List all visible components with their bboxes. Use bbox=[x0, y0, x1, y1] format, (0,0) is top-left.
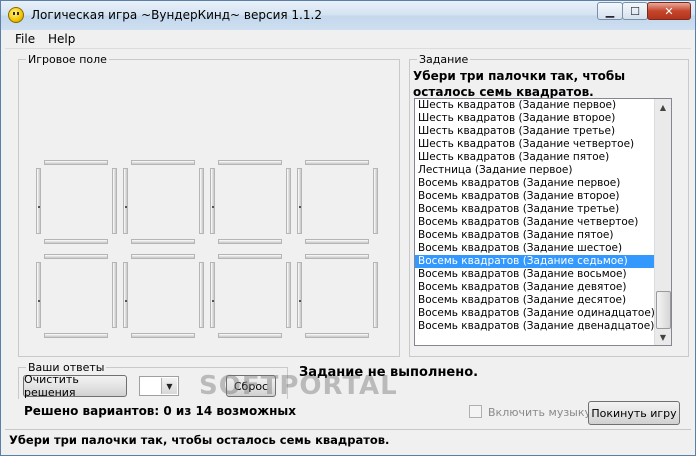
stick-vertical[interactable] bbox=[36, 262, 41, 328]
task-list-item[interactable]: Шесть квадратов (Задание четвертое) bbox=[415, 138, 671, 151]
stick-vertical[interactable] bbox=[297, 168, 302, 234]
stick-horizontal[interactable] bbox=[218, 333, 282, 338]
stick-horizontal[interactable] bbox=[218, 160, 282, 165]
stick-vertical[interactable] bbox=[112, 168, 117, 234]
task-description: Убери три палочки так, чтобы осталось се… bbox=[413, 69, 626, 99]
task-list-item[interactable]: Лестница (Задание первое) bbox=[415, 164, 671, 177]
stick-horizontal[interactable] bbox=[44, 333, 108, 338]
stick-horizontal[interactable] bbox=[305, 239, 369, 244]
music-toggle[interactable]: Включить музыку bbox=[469, 405, 591, 419]
anchor-dot bbox=[212, 206, 214, 208]
task-list-item[interactable]: Восемь квадратов (Задание второе) bbox=[415, 190, 671, 203]
stick-vertical[interactable] bbox=[210, 168, 215, 234]
reset-button[interactable]: Сброс bbox=[226, 375, 276, 397]
music-checkbox-label: Включить музыку bbox=[488, 406, 592, 419]
task-list-item[interactable]: Восемь квадратов (Задание первое) bbox=[415, 177, 671, 190]
anchor-dot bbox=[299, 300, 301, 302]
menu-bar: File Help bbox=[5, 30, 691, 49]
stick-horizontal[interactable] bbox=[305, 160, 369, 165]
anchor-dot bbox=[38, 300, 40, 302]
game-field-label: Игровое поле bbox=[26, 53, 109, 66]
stick-horizontal[interactable] bbox=[218, 254, 282, 259]
task-list-item[interactable]: Восемь квадратов (Задание двенадцатое) bbox=[415, 320, 671, 333]
task-list-scrollbar[interactable]: ▲ ▼ bbox=[654, 99, 671, 345]
anchor-dot bbox=[125, 206, 127, 208]
chevron-down-icon[interactable]: ▼ bbox=[161, 378, 177, 394]
stick-vertical[interactable] bbox=[36, 168, 41, 234]
minimize-button[interactable]: ▁ bbox=[597, 2, 623, 20]
task-list-item[interactable]: Восемь квадратов (Задание восьмое) bbox=[415, 268, 671, 281]
quit-button[interactable]: Покинуть игру bbox=[588, 401, 680, 425]
anchor-dot bbox=[125, 300, 127, 302]
clear-solutions-button[interactable]: Очистить решения bbox=[23, 373, 127, 399]
stick-vertical[interactable] bbox=[286, 262, 291, 328]
menu-file[interactable]: File bbox=[15, 32, 35, 46]
task-list-item[interactable]: Восемь квадратов (Задание третье) bbox=[415, 203, 671, 216]
stick-horizontal[interactable] bbox=[305, 333, 369, 338]
close-button[interactable]: ✕ bbox=[647, 2, 691, 20]
stick-horizontal[interactable] bbox=[131, 333, 195, 338]
task-list-item[interactable]: Восемь квадратов (Задание шестое) bbox=[415, 242, 671, 255]
task-list-item[interactable]: Восемь квадратов (Задание пятое) bbox=[415, 229, 671, 242]
stick-vertical[interactable] bbox=[210, 262, 215, 328]
scroll-down-icon[interactable]: ▼ bbox=[655, 329, 671, 345]
status-bar-text: Убери три палочки так, чтобы осталось се… bbox=[9, 433, 390, 447]
anchor-dot bbox=[212, 300, 214, 302]
maximize-button[interactable]: ☐ bbox=[622, 2, 648, 20]
stick-horizontal[interactable] bbox=[44, 160, 108, 165]
stick-horizontal[interactable] bbox=[131, 254, 195, 259]
stick-horizontal[interactable] bbox=[305, 254, 369, 259]
title-bar[interactable]: Логическая игра ~ВундерКинд~ версия 1.1.… bbox=[1, 1, 695, 30]
task-list-item[interactable]: Восемь квадратов (Задание четвертое) bbox=[415, 216, 671, 229]
stick-vertical[interactable] bbox=[112, 262, 117, 328]
stick-horizontal[interactable] bbox=[44, 239, 108, 244]
task-list-item[interactable]: Шесть квадратов (Задание второе) bbox=[415, 112, 671, 125]
task-list-item[interactable]: Восемь квадратов (Задание десятое) bbox=[415, 294, 671, 307]
maximize-icon: ☐ bbox=[630, 4, 640, 18]
stick-horizontal[interactable] bbox=[131, 160, 195, 165]
stick-vertical[interactable] bbox=[286, 168, 291, 234]
stick-horizontal[interactable] bbox=[131, 239, 195, 244]
task-status: Задание не выполнено. bbox=[299, 365, 479, 380]
stick-horizontal[interactable] bbox=[44, 254, 108, 259]
task-list-item[interactable]: Шесть квадратов (Задание третье) bbox=[415, 125, 671, 138]
stick-vertical[interactable] bbox=[123, 262, 128, 328]
anchor-dot bbox=[299, 206, 301, 208]
stick-vertical[interactable] bbox=[373, 168, 378, 234]
task-list-items: Шесть квадратов (Задание первое) Шесть кв… bbox=[415, 99, 671, 333]
task-list[interactable]: Шесть квадратов (Задание первое) Шесть кв… bbox=[414, 98, 672, 346]
smiley-app-icon bbox=[8, 7, 24, 23]
task-list-item[interactable]: Восемь квадратов (Задание девятое) bbox=[415, 281, 671, 294]
task-list-item[interactable]: Восемь квадратов (Задание седьмое) bbox=[415, 255, 671, 268]
solved-counter: Решено вариантов: 0 из 14 возможных bbox=[24, 404, 297, 418]
stick-vertical[interactable] bbox=[373, 262, 378, 328]
window-title: Логическая игра ~ВундерКинд~ версия 1.1.… bbox=[31, 8, 322, 22]
minimize-icon: ▁ bbox=[605, 4, 615, 18]
anchor-dot bbox=[38, 206, 40, 208]
scroll-thumb[interactable] bbox=[656, 291, 671, 329]
status-bar: Убери три палочки так, чтобы осталось се… bbox=[5, 429, 691, 450]
scroll-up-icon[interactable]: ▲ bbox=[655, 99, 671, 115]
stick-horizontal[interactable] bbox=[218, 239, 282, 244]
stick-vertical[interactable] bbox=[199, 168, 204, 234]
stick-vertical[interactable] bbox=[123, 168, 128, 234]
task-list-item[interactable]: Восемь квадратов (Задание одинадцатое) bbox=[415, 307, 671, 320]
game-field-group: Игровое поле bbox=[18, 53, 400, 357]
task-list-item[interactable]: Шесть квадратов (Задание пятое) bbox=[415, 151, 671, 164]
stick-vertical[interactable] bbox=[199, 262, 204, 328]
app-window: Логическая игра ~ВундерКинд~ версия 1.1.… bbox=[0, 0, 696, 456]
answer-select[interactable]: ▼ bbox=[139, 376, 179, 396]
menu-help[interactable]: Help bbox=[48, 32, 75, 46]
stick-vertical[interactable] bbox=[297, 262, 302, 328]
music-checkbox[interactable] bbox=[469, 405, 482, 418]
task-label: Задание bbox=[417, 53, 471, 66]
close-icon: ✕ bbox=[664, 4, 674, 18]
task-list-item[interactable]: Шесть квадратов (Задание первое) bbox=[415, 99, 671, 112]
